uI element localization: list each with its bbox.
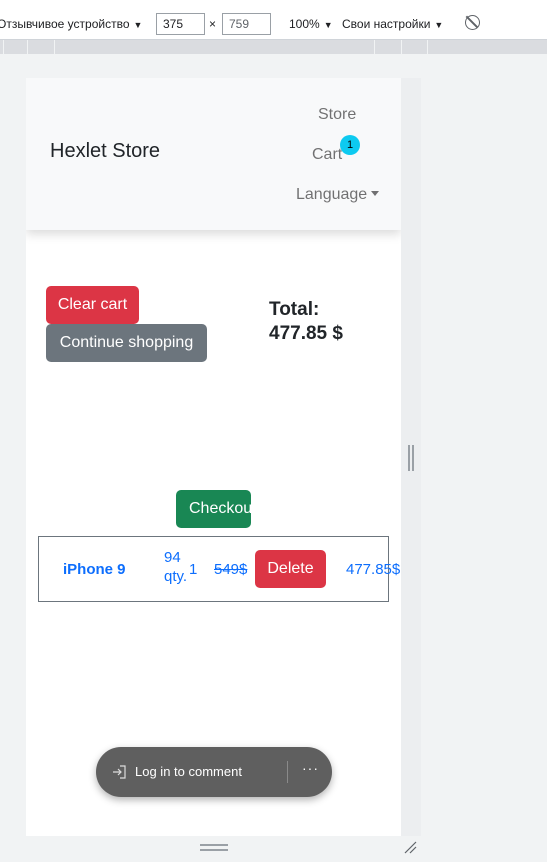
zoom-select[interactable]: 100% ▼ xyxy=(289,17,333,31)
resize-handle-bottom[interactable] xyxy=(200,844,228,851)
total-value: 477.85 $ xyxy=(269,323,343,344)
login-icon xyxy=(113,765,126,779)
brand-link[interactable]: Hexlet Store xyxy=(50,140,160,163)
nav-cart-link[interactable]: Cart xyxy=(312,146,342,164)
device-select-label: Отзывчивое устройство xyxy=(0,17,130,31)
devtools-toolbar: Отзывчивое устройство ▼ 375 × 759 100% ▼ С… xyxy=(0,0,547,40)
width-input[interactable]: 375 xyxy=(156,13,205,35)
delete-item-button[interactable]: Delete xyxy=(255,550,326,588)
navbar: Hexlet Store Store Cart 1 Language xyxy=(26,78,401,230)
chevron-down-icon: ▼ xyxy=(323,20,333,30)
stock-unit: qty. xyxy=(164,568,188,585)
cart-total: Total: 477.85 $ xyxy=(269,298,343,346)
product-quantity: 1 xyxy=(189,561,198,578)
product-stock: 94 qty. xyxy=(164,548,187,586)
caret-down-icon xyxy=(371,191,380,196)
chevron-down-icon: ▼ xyxy=(133,20,143,30)
height-input[interactable]: 759 xyxy=(222,13,271,35)
device-select[interactable]: Отзывчивое устройство ▼ xyxy=(0,17,142,31)
total-label: Total: xyxy=(269,299,320,320)
divider xyxy=(287,761,288,783)
more-options-icon[interactable]: ··· xyxy=(302,760,319,776)
page-viewport: Hexlet Store Store Cart 1 Language Clear… xyxy=(26,78,401,836)
resize-handle-right[interactable] xyxy=(408,445,414,471)
clear-cart-button[interactable]: Clear cart xyxy=(46,286,139,324)
language-label: Language xyxy=(296,186,368,203)
product-name-link[interactable]: iPhone 9 xyxy=(63,561,126,578)
product-discounted-price: 477.85$ xyxy=(346,561,401,578)
dimension-separator: × xyxy=(209,17,217,31)
table-row: iPhone 9 94 qty. 1 549$ Delete 477.85$ xyxy=(38,536,400,602)
language-dropdown[interactable]: Language xyxy=(296,186,380,204)
resize-corner-icon[interactable] xyxy=(403,840,417,854)
rotate-icon[interactable] xyxy=(465,15,480,30)
login-to-comment-button[interactable]: Log in to comment xyxy=(135,764,242,779)
continue-shopping-button[interactable]: Continue shopping xyxy=(46,324,207,362)
throttle-select[interactable]: Свои настройки ▼ xyxy=(342,17,443,31)
product-original-price: 549$ xyxy=(214,561,248,578)
media-query-ruler xyxy=(0,40,547,54)
stock-count: 94 xyxy=(164,549,181,566)
comment-toast: Log in to comment ··· xyxy=(96,747,332,797)
checkout-button[interactable]: Checkout xyxy=(176,490,251,528)
throttle-label: Свои настройки xyxy=(342,17,431,31)
chevron-down-icon: ▼ xyxy=(434,20,444,30)
zoom-label: 100% xyxy=(289,17,320,31)
nav-store-link[interactable]: Store xyxy=(318,106,356,124)
cart-count-badge: 1 xyxy=(340,135,360,155)
